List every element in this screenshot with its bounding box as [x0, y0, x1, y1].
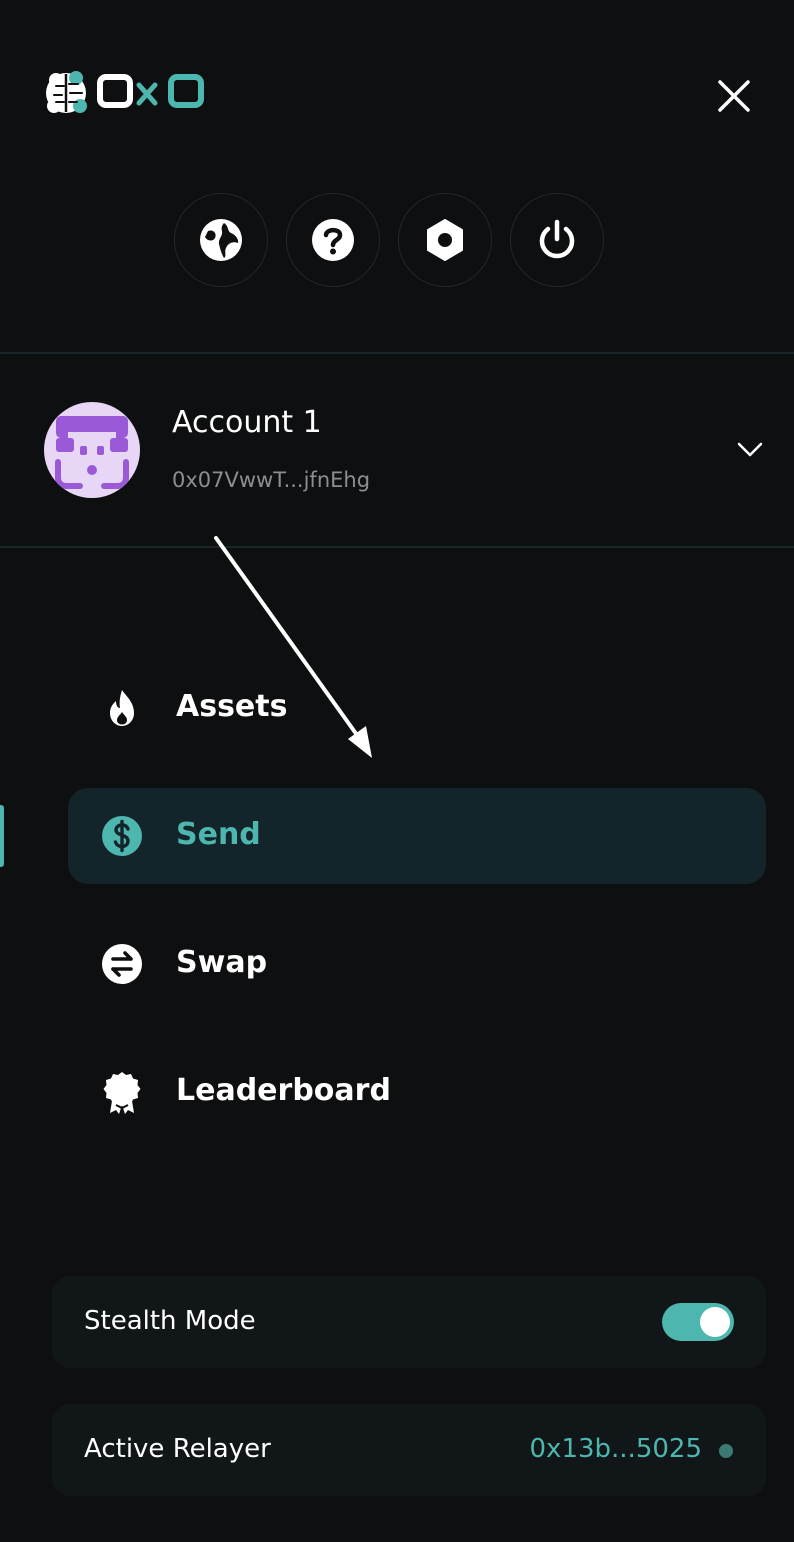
dollar-icon — [102, 816, 142, 856]
brain-icon — [46, 71, 87, 113]
flame-icon — [110, 690, 134, 726]
language-button[interactable] — [174, 193, 268, 287]
stealth-mode-label: Stealth Mode — [84, 1306, 256, 1336]
active-relayer-address[interactable]: 0x13b...5025 — [530, 1434, 702, 1464]
status-dot — [719, 1444, 733, 1458]
nav-label-leaderboard: Leaderboard — [176, 1073, 391, 1108]
globe-icon — [200, 219, 242, 261]
stealth-mode-card: Stealth Mode — [52, 1276, 766, 1368]
avatar[interactable] — [44, 402, 140, 498]
close-icon[interactable] — [712, 74, 756, 118]
nav-label-assets: Assets — [176, 689, 288, 724]
nav-item-leaderboard[interactable]: Leaderboard — [68, 1044, 766, 1140]
swap-arrows-icon — [102, 944, 142, 984]
award-badge-icon — [103, 1072, 141, 1114]
stealth-mode-toggle[interactable] — [662, 1303, 734, 1341]
nav-label-send: Send — [176, 817, 261, 852]
chevron-down-icon[interactable] — [732, 434, 768, 464]
account-name: Account 1 — [172, 405, 322, 440]
nav-label-swap: Swap — [176, 945, 268, 980]
toggle-knob — [700, 1307, 730, 1337]
nav-item-send[interactable]: Send — [68, 788, 766, 884]
divider — [0, 546, 794, 548]
settings-icon — [427, 219, 463, 261]
help-button[interactable] — [286, 193, 380, 287]
nav-item-assets[interactable]: Assets — [68, 660, 766, 756]
active-indicator — [0, 805, 4, 867]
active-relayer-label: Active Relayer — [84, 1434, 271, 1464]
settings-button[interactable] — [398, 193, 492, 287]
help-icon — [312, 219, 354, 261]
power-icon — [539, 219, 575, 259]
avatar-face-icon — [55, 416, 129, 489]
nav-item-swap[interactable]: Swap — [68, 916, 766, 1012]
divider — [0, 352, 794, 354]
oxo-logo — [46, 71, 204, 113]
logout-button[interactable] — [510, 193, 604, 287]
active-relayer-card: Active Relayer 0x13b...5025 — [52, 1404, 766, 1496]
account-address[interactable]: 0x07VwwT...jfnEhg — [172, 468, 370, 492]
